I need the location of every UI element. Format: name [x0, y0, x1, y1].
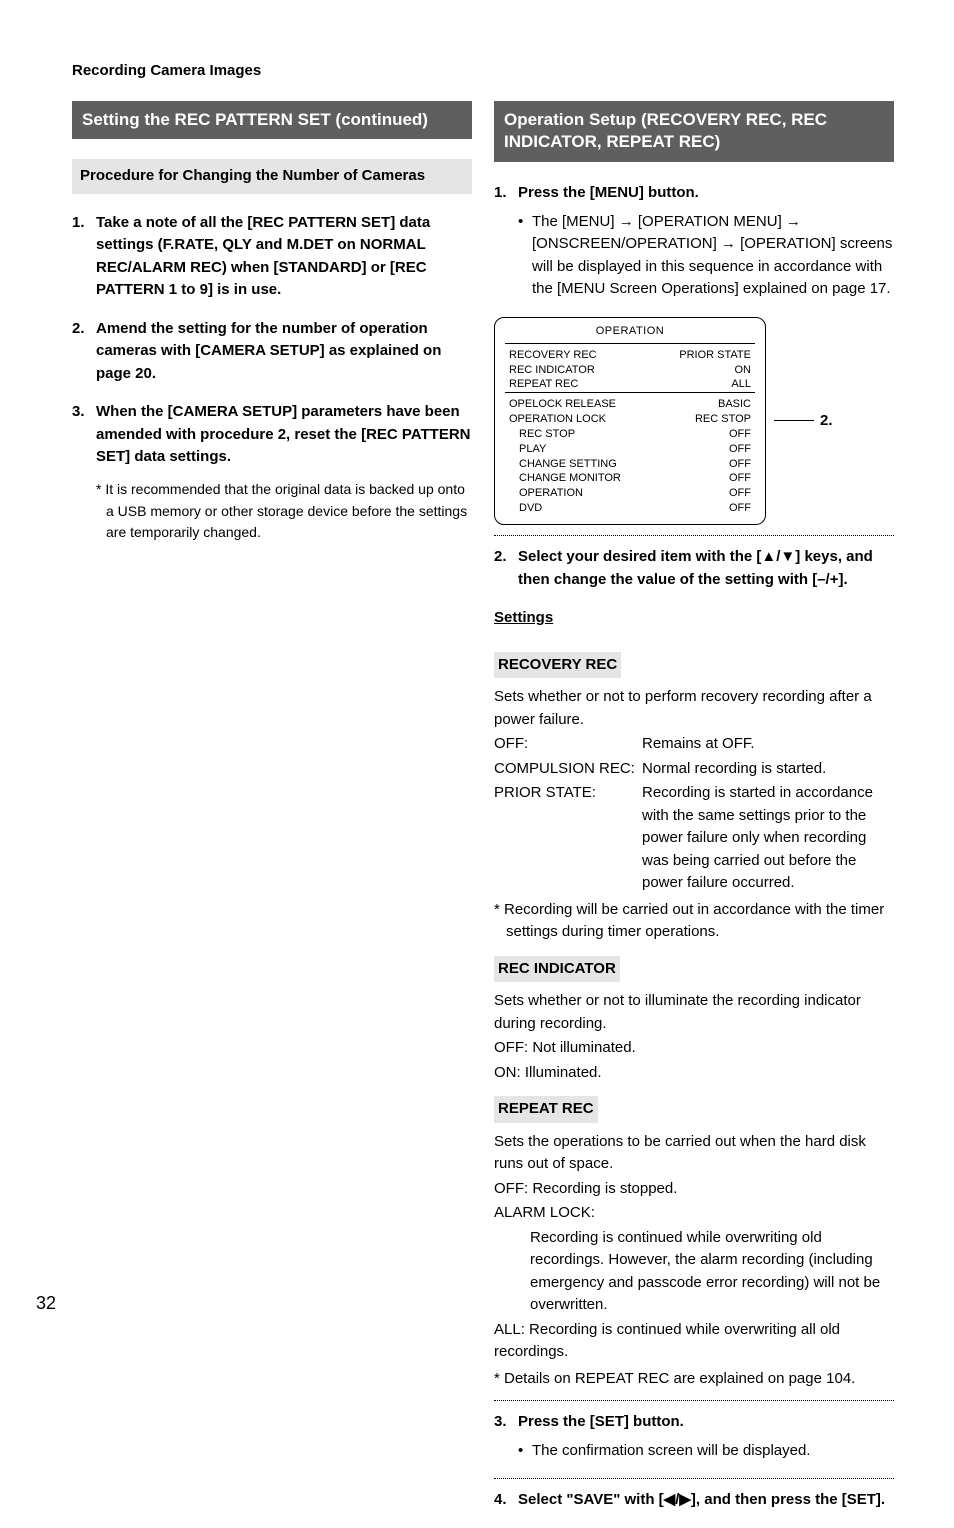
dotted-separator	[494, 1478, 894, 1479]
left-step-2-text: Amend the setting for the number of oper…	[96, 320, 441, 382]
operation-row-value: OFF	[729, 457, 751, 472]
left-right-triangles-icon: ◀/▶	[664, 1491, 691, 1508]
repeat-rec-alarm-k: ALARM LOCK:	[494, 1202, 894, 1225]
operation-row-key: CHANGE SETTING	[509, 457, 617, 472]
operation-row: OPERATION LOCK REC STOP	[495, 412, 765, 427]
left-column: Setting the REC PATTERN SET (continued) …	[72, 101, 472, 1528]
right-step-2: Select your desired item with the [▲/▼] …	[494, 546, 894, 591]
operation-row-key: REC INDICATOR	[509, 363, 595, 378]
operation-row: REPEAT REC ALL	[495, 377, 765, 392]
operation-row-value: REC STOP	[695, 412, 751, 427]
operation-row: RECOVERY REC PRIOR STATE	[495, 348, 765, 363]
diagram-callout: 2.	[774, 410, 833, 433]
s4-a: Select "SAVE" with [	[518, 1491, 664, 1508]
arrow-icon: →	[721, 235, 736, 252]
operation-row-key: OPELOCK RELEASE	[509, 397, 616, 412]
operation-row: REC INDICATOR ON	[495, 363, 765, 378]
recovery-prior-v: Recording is started in accordance with …	[642, 782, 894, 895]
recovery-rec-desc: Sets whether or not to perform recovery …	[494, 686, 894, 731]
repeat-rec-heading: REPEAT REC	[494, 1096, 598, 1123]
right-step-1-text: Press the [MENU] button.	[518, 184, 699, 201]
operation-row: PLAY OFF	[495, 442, 765, 457]
operation-row-value: OFF	[729, 427, 751, 442]
operation-row: OPERATION OFF	[495, 486, 765, 501]
page-number: 32	[36, 1290, 56, 1317]
operation-row-value: OFF	[729, 501, 751, 516]
s1b-b: [OPERATION MENU]	[634, 213, 786, 230]
settings-heading: Settings	[494, 607, 894, 630]
left-step-3: When the [CAMERA SETUP] parameters have …	[72, 401, 472, 544]
rec-indicator-off: OFF: Not illuminated.	[494, 1037, 894, 1060]
operation-row: CHANGE MONITOR OFF	[495, 471, 765, 486]
repeat-rec-off: OFF: Recording is stopped.	[494, 1178, 894, 1201]
recovery-off-v: Remains at OFF.	[642, 733, 894, 756]
operation-row-key: OPERATION LOCK	[509, 412, 606, 427]
repeat-rec-alarm-v: Recording is continued while overwriting…	[530, 1227, 894, 1317]
right-step-1-bullet: The [MENU] → [OPERATION MENU] → [ONSCREE…	[518, 211, 894, 301]
operation-row-key: RECOVERY REC	[509, 348, 597, 363]
operation-row-value: PRIOR STATE	[679, 348, 751, 363]
left-step-1: Take a note of all the [REC PATTERN SET]…	[72, 212, 472, 302]
operation-row: CHANGE SETTING OFF	[495, 457, 765, 472]
arrow-icon: →	[619, 213, 634, 230]
recovery-rec-heading: RECOVERY REC	[494, 652, 621, 679]
operation-row-key: CHANGE MONITOR	[509, 471, 621, 486]
leader-label: 2.	[820, 410, 833, 433]
recovery-prior: PRIOR STATE: Recording is started in acc…	[494, 782, 894, 895]
operation-row-value: ON	[735, 363, 752, 378]
operation-row: OPELOCK RELEASE BASIC	[495, 397, 765, 412]
repeat-rec-desc: Sets the operations to be carried out wh…	[494, 1131, 894, 1176]
operation-row: DVD OFF	[495, 501, 765, 516]
right-step-3-text: Press the [SET] button.	[518, 1413, 684, 1430]
left-step-3-text: When the [CAMERA SETUP] parameters have …	[96, 403, 471, 465]
s2-a: Select your desired item with the [	[518, 548, 761, 565]
rec-indicator-on: ON: Illuminated.	[494, 1062, 894, 1085]
dotted-separator	[494, 1400, 894, 1401]
right-step-1: Press the [MENU] button. The [MENU] → [O…	[494, 182, 894, 301]
operation-row: REC STOP OFF	[495, 427, 765, 442]
recovery-comp-v: Normal recording is started.	[642, 758, 894, 781]
recovery-prior-k: PRIOR STATE:	[494, 782, 642, 895]
rec-indicator-desc: Sets whether or not to illuminate the re…	[494, 990, 894, 1035]
left-step-1-text: Take a note of all the [REC PATTERN SET]…	[96, 214, 430, 299]
s4-b: ], and then press the [SET].	[691, 1491, 885, 1508]
recovery-comp-k: COMPULSION REC:	[494, 758, 642, 781]
left-title-bar: Setting the REC PATTERN SET (continued)	[72, 101, 472, 140]
right-step-4: Select "SAVE" with [◀/▶], and then press…	[494, 1489, 894, 1512]
up-down-triangles-icon: ▲/▼	[761, 548, 795, 565]
operation-row-key: OPERATION	[509, 486, 583, 501]
repeat-rec-all: ALL: Recording is continued while overwr…	[494, 1319, 894, 1364]
recovery-off-k: OFF:	[494, 733, 642, 756]
operation-row-value: ALL	[731, 377, 751, 392]
operation-row-value: OFF	[729, 442, 751, 457]
right-step-3: Press the [SET] button. The confirmation…	[494, 1411, 894, 1462]
recovery-footnote: * Recording will be carried out in accor…	[494, 899, 894, 944]
operation-diagram: OPERATION RECOVERY RECPRIOR STATEREC IND…	[494, 317, 894, 525]
operation-menu-title: OPERATION	[495, 324, 765, 343]
right-step-3-bullet: The confirmation screen will be displaye…	[518, 1440, 894, 1463]
operation-row-key: DVD	[509, 501, 542, 516]
operation-row-key: REC STOP	[509, 427, 575, 442]
leader-line	[774, 420, 814, 421]
operation-row-key: REPEAT REC	[509, 377, 578, 392]
recovery-comp: COMPULSION REC: Normal recording is star…	[494, 758, 894, 781]
operation-row-key: PLAY	[509, 442, 546, 457]
recovery-off: OFF: Remains at OFF.	[494, 733, 894, 756]
s1b-c: [ONSCREEN/OPERATION]	[532, 235, 721, 252]
operation-row-value: OFF	[729, 471, 751, 486]
left-note: * It is recommended that the original da…	[96, 479, 472, 544]
dotted-separator	[494, 535, 894, 536]
arrow-icon: →	[786, 213, 801, 230]
s1b-a: The [MENU]	[532, 213, 619, 230]
right-title-bar: Operation Setup (RECOVERY REC, REC INDIC…	[494, 101, 894, 163]
operation-menu-box: OPERATION RECOVERY RECPRIOR STATEREC IND…	[494, 317, 766, 525]
left-subtitle-bar: Procedure for Changing the Number of Cam…	[72, 159, 472, 194]
operation-row-value: BASIC	[718, 397, 751, 412]
rec-indicator-heading: REC INDICATOR	[494, 956, 620, 983]
repeat-rec-footnote: * Details on REPEAT REC are explained on…	[494, 1368, 894, 1391]
operation-row-value: OFF	[729, 486, 751, 501]
section-header: Recording Camera Images	[72, 60, 894, 83]
left-step-2: Amend the setting for the number of oper…	[72, 318, 472, 386]
right-column: Operation Setup (RECOVERY REC, REC INDIC…	[494, 101, 894, 1528]
